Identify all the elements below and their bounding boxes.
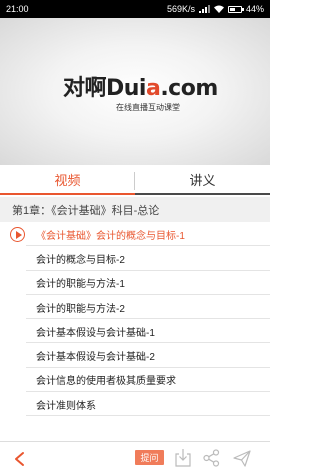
lesson-item[interactable]: 会计准则体系 <box>0 392 270 417</box>
lesson-title: 会计基本假设与会计基础-1 <box>36 327 155 339</box>
net-speed: 569K/s <box>166 4 195 14</box>
status-time: 21:00 <box>6 4 29 14</box>
logo-tagline: 在线直播互动课堂 <box>116 103 180 112</box>
lesson-title: 会计准则体系 <box>36 400 96 412</box>
lesson-item[interactable]: 《会计基础》会计的概念与目标-1 <box>0 222 270 247</box>
content-tabs: 视频 讲义 <box>0 165 270 195</box>
ask-question-button[interactable]: 提问 <box>135 450 164 465</box>
logo-wordmark: 对啊Duia.com <box>63 76 218 101</box>
lesson-item[interactable]: 会计的概念与目标-2 <box>0 246 270 271</box>
lesson-item[interactable]: 会计的职能与方法-1 <box>0 271 270 296</box>
brand-logo: 对啊Duia.com 在线直播互动课堂 <box>63 76 223 126</box>
lesson-title: 会计的职能与方法-1 <box>36 279 125 291</box>
tab-video[interactable]: 视频 <box>0 165 135 195</box>
battery-percent: 44% <box>245 4 264 14</box>
battery-icon <box>227 5 244 13</box>
chapter-header: 第1章：《会计基础》科目-总论 <box>0 197 270 222</box>
signal-icon <box>198 5 210 13</box>
lesson-title: 会计的职能与方法-2 <box>36 303 125 315</box>
lesson-item[interactable]: 会计基本假设与会计基础-2 <box>0 343 270 369</box>
play-icon <box>10 227 25 242</box>
chapter-title: 第1章：《会计基础》科目-总论 <box>12 204 160 217</box>
share-icon[interactable] <box>203 449 220 467</box>
tab-handout[interactable]: 讲义 <box>135 165 270 193</box>
status-right: 569K/s 44% <box>167 4 264 14</box>
lesson-item[interactable]: 会计的职能与方法-2 <box>0 295 270 320</box>
download-icon[interactable] <box>174 448 192 468</box>
lesson-title: 会计信息的使用者极其质量要求 <box>36 376 176 388</box>
wifi-icon <box>213 5 224 13</box>
app-screen: 21:00 569K/s 44% 对啊Duia.com 在线直播互动课堂 视频 … <box>0 0 270 476</box>
lesson-list: 《会计基础》会计的概念与目标-1 会计的概念与目标-2 会计的职能与方法-1 会… <box>0 222 270 417</box>
back-arrow-icon[interactable] <box>12 451 28 467</box>
status-bar: 21:00 569K/s 44% <box>0 0 270 18</box>
video-player[interactable]: 对啊Duia.com 在线直播互动课堂 <box>0 18 270 165</box>
battery-fill <box>229 7 236 11</box>
tab-divider <box>134 172 135 190</box>
bottom-toolbar: 提问 <box>0 441 270 476</box>
lesson-title: 《会计基础》会计的概念与目标-1 <box>36 230 185 242</box>
lesson-item[interactable]: 会计信息的使用者极其质量要求 <box>0 368 270 393</box>
lesson-title: 会计基本假设与会计基础-2 <box>36 352 155 364</box>
lesson-title: 会计的概念与目标-2 <box>36 254 125 266</box>
lesson-item[interactable]: 会计基本假设与会计基础-1 <box>0 319 270 344</box>
send-icon[interactable] <box>233 450 251 467</box>
